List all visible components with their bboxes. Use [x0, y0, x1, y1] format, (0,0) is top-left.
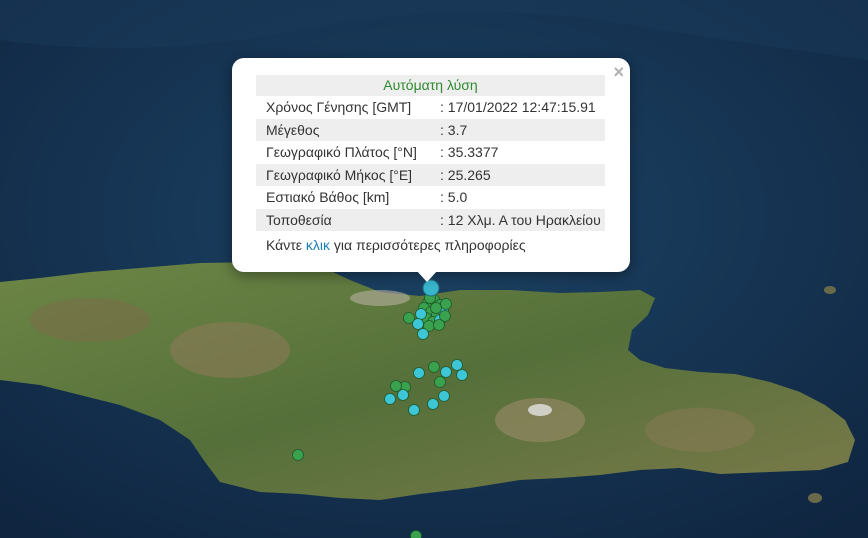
earthquake-marker-icon[interactable] — [397, 389, 409, 401]
small-island — [808, 493, 822, 503]
earthquake-marker-icon[interactable] — [456, 369, 468, 381]
earthquake-marker-icon[interactable] — [384, 393, 396, 405]
earthquake-marker-icon[interactable] — [417, 328, 429, 340]
info-value: : 25.265 — [438, 163, 605, 186]
info-row-longitude: Γεωγραφικό Μήκος [°E] : 25.265 — [256, 163, 605, 186]
info-value: : 3.7 — [438, 118, 605, 141]
earthquake-marker-icon[interactable] — [433, 319, 445, 331]
earthquake-marker-icon[interactable] — [408, 404, 420, 416]
popup-tip — [416, 270, 438, 282]
map-view[interactable]: × Αυτόματη λύση Χρόνος Γένησης [GMT] : 1… — [0, 0, 868, 538]
earthquake-marker-icon[interactable] — [415, 308, 427, 320]
info-value: : 35.3377 — [440, 144, 499, 161]
more-suffix: για περισσότερες πληροφορίες — [330, 237, 526, 253]
info-label: Γεωγραφικό Μήκος [°E] — [256, 163, 438, 186]
info-row-magnitude: Μέγεθος : 3.7 — [256, 118, 605, 141]
info-label: Τοποθεσία — [256, 208, 438, 231]
city-area — [350, 290, 410, 306]
event-info-popup: × Αυτόματη λύση Χρόνος Γένησης [GMT] : 1… — [232, 58, 630, 272]
info-label: Μέγεθος — [256, 118, 438, 141]
earthquake-marker-icon[interactable] — [427, 398, 439, 410]
selected-earthquake-marker-icon[interactable] — [422, 279, 440, 297]
small-island — [824, 286, 836, 294]
info-label: Εστιακό Βάθος [km] — [266, 189, 390, 206]
earthquake-marker-icon[interactable] — [440, 298, 452, 310]
earthquake-marker-icon[interactable] — [413, 367, 425, 379]
info-label: Χρόνος Γένησης [GMT] — [266, 99, 412, 116]
earthquake-marker-icon[interactable] — [428, 361, 440, 373]
info-row-origin-time: Χρόνος Γένησης [GMT] : 17/01/2022 12:47:… — [256, 96, 605, 119]
close-icon[interactable]: × — [613, 63, 624, 81]
info-value: : 5.0 — [440, 189, 468, 206]
terrain-mountain — [645, 408, 755, 452]
earthquake-marker-icon[interactable] — [412, 318, 424, 330]
info-label: Γεωγραφικό Πλάτος [°N] — [266, 144, 417, 161]
more-info-text: Κάντε κλικ για περισσότερες πληροφορίες — [266, 237, 526, 253]
info-row-location: Τοποθεσία : 12 Χλμ. Α του Ηρακλείου — [256, 208, 605, 231]
info-value: : 12 Χλμ. Α του Ηρακλείου — [438, 208, 605, 231]
more-prefix: Κάντε — [266, 237, 306, 253]
info-row-latitude: Γεωγραφικό Πλάτος [°N] : 35.3377 — [256, 141, 605, 164]
terrain-snow — [528, 404, 552, 416]
terrain-mountain — [30, 298, 150, 342]
earthquake-marker-icon[interactable] — [440, 366, 452, 378]
info-row-depth: Εστιακό Βάθος [km] : 5.0 — [256, 186, 605, 209]
earthquake-marker-icon[interactable] — [410, 530, 422, 538]
popup-title: Αυτόματη λύση — [256, 75, 605, 96]
terrain-mountain — [170, 322, 290, 378]
info-value: : 17/01/2022 12:47:15.91 — [440, 99, 596, 116]
earthquake-marker-icon[interactable] — [434, 376, 446, 388]
earthquake-marker-icon[interactable] — [438, 390, 450, 402]
earthquake-marker-icon[interactable] — [390, 380, 402, 392]
earthquake-marker-icon[interactable] — [430, 302, 442, 314]
earthquake-marker-icon[interactable] — [451, 359, 463, 371]
more-info-link[interactable]: κλικ — [306, 237, 330, 253]
event-info-table: Χρόνος Γένησης [GMT] : 17/01/2022 12:47:… — [256, 96, 605, 231]
earthquake-marker-icon[interactable] — [292, 449, 304, 461]
